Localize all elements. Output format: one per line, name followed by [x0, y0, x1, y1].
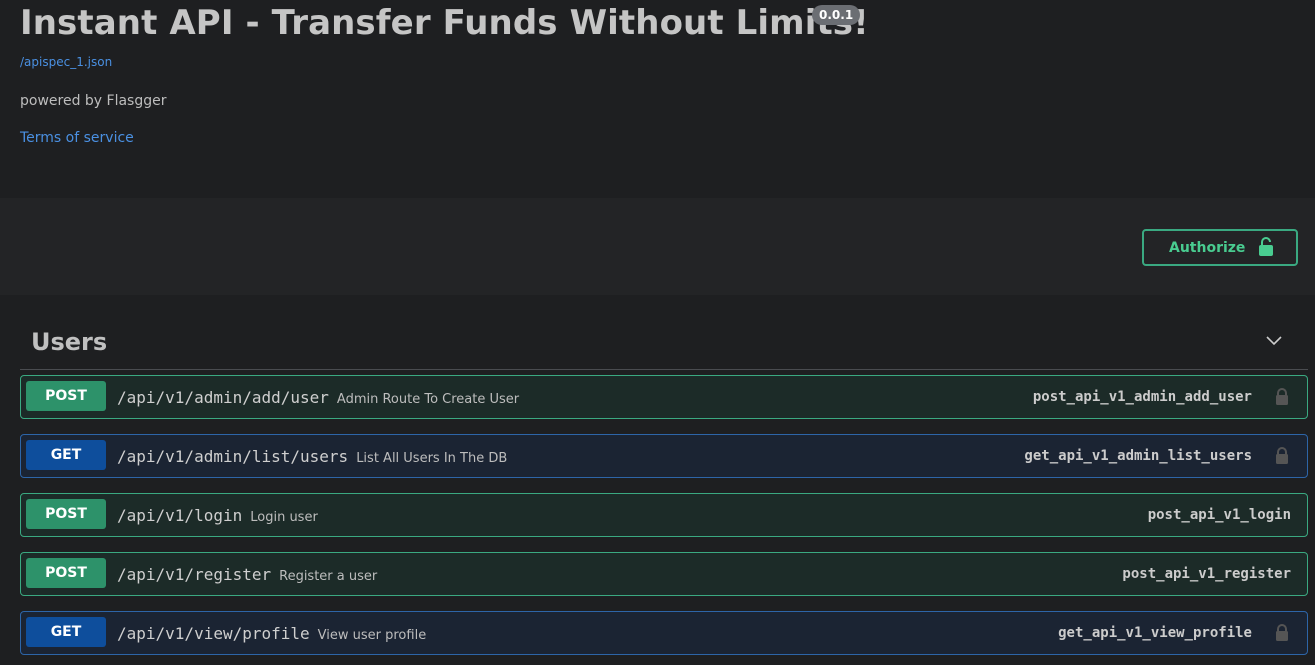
page-title: Instant API - Transfer Funds Without Lim… — [20, 3, 869, 43]
chevron-down-icon[interactable] — [1264, 330, 1284, 354]
operation-row[interactable]: POST /api/v1/login Login user post_api_v1… — [20, 493, 1308, 537]
path-text: /api/v1/register — [117, 565, 272, 584]
terms-of-service-link[interactable]: Terms of service — [20, 130, 134, 146]
operation-row[interactable]: GET /api/v1/admin/list/users List All Use… — [20, 434, 1308, 478]
method-badge: GET — [26, 617, 106, 647]
method-badge: POST — [26, 381, 106, 411]
endpoint-summary: Login user — [250, 510, 318, 525]
description: powered by Flasgger — [20, 93, 167, 109]
operation-row[interactable]: GET /api/v1/view/profile View user profil… — [20, 611, 1308, 655]
tag-title: Users — [31, 328, 108, 356]
path-text: /api/v1/admin/list/users — [117, 447, 349, 466]
spec-link[interactable]: /apispec_1.json — [20, 55, 112, 69]
tag-header-users[interactable]: Users — [20, 316, 1308, 370]
endpoint-path[interactable]: /api/v1/login Login user — [117, 506, 318, 525]
method-badge: GET — [26, 440, 106, 470]
operation-id: get_api_v1_admin_list_users — [1024, 448, 1252, 464]
endpoint-summary: Admin Route To Create User — [336, 392, 520, 407]
operation-row[interactable]: POST /api/v1/register Register a user pos… — [20, 552, 1308, 596]
unlocked-lock-icon — [1258, 237, 1274, 261]
operation-row[interactable]: POST /api/v1/admin/add/user Admin Route T… — [20, 375, 1308, 419]
operation-id: get_api_v1_view_profile — [1058, 625, 1252, 641]
operation-id: post_api_v1_register — [1122, 566, 1291, 582]
path-text: /api/v1/view/profile — [117, 624, 310, 643]
endpoint-summary: Register a user — [279, 569, 378, 584]
endpoint-path[interactable]: /api/v1/admin/list/users List All Users I… — [117, 447, 507, 466]
method-badge: POST — [26, 499, 106, 529]
endpoint-summary: View user profile — [317, 628, 427, 643]
scheme-container — [0, 198, 1315, 295]
lock-icon[interactable] — [1275, 447, 1289, 469]
authorize-label: Authorize — [1169, 240, 1246, 256]
api-info: Instant API - Transfer Funds Without Lim… — [0, 0, 1315, 198]
operation-id: post_api_v1_admin_add_user — [1032, 389, 1252, 405]
version-badge: 0.0.1 — [812, 5, 861, 25]
endpoint-path[interactable]: /api/v1/view/profile View user profile — [117, 624, 426, 643]
authorize-button[interactable]: Authorize — [1142, 229, 1298, 266]
endpoint-summary: List All Users In The DB — [356, 451, 508, 466]
method-badge: POST — [26, 558, 106, 588]
lock-icon[interactable] — [1275, 388, 1289, 410]
lock-icon[interactable] — [1275, 624, 1289, 646]
path-text: /api/v1/admin/add/user — [117, 388, 329, 407]
path-text: /api/v1/login — [117, 506, 243, 525]
operation-id: post_api_v1_login — [1147, 507, 1291, 523]
endpoint-path[interactable]: /api/v1/register Register a user — [117, 565, 377, 584]
endpoint-path[interactable]: /api/v1/admin/add/user Admin Route To Cre… — [117, 388, 519, 407]
